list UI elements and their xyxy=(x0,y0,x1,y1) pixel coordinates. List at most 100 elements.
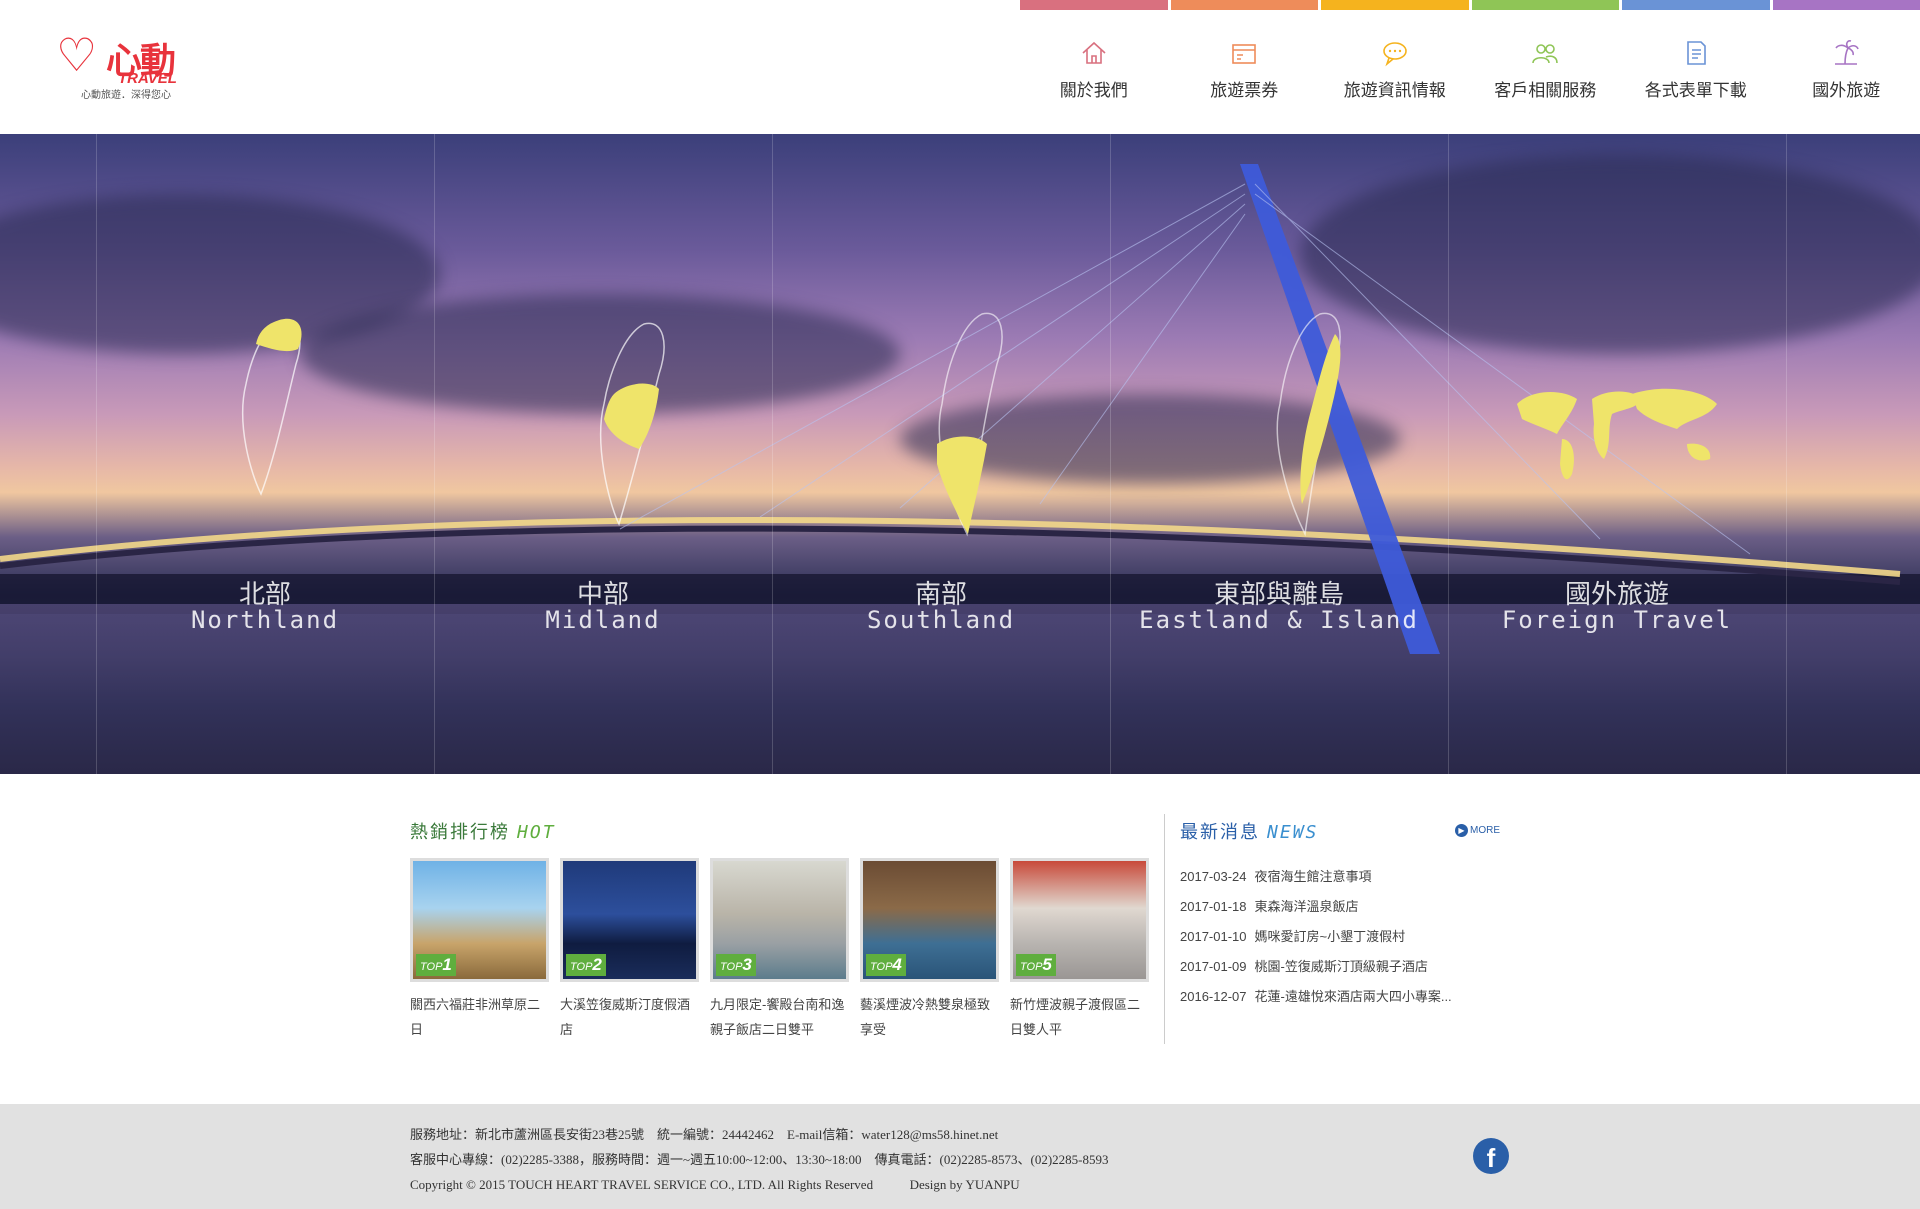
chat-icon xyxy=(1382,42,1407,67)
hot-caption[interactable]: 關西六福莊非洲草原二日 xyxy=(410,992,549,1042)
nav-item-foreign-travel[interactable]: 國外旅遊 xyxy=(1772,0,1920,134)
news-list: 2017-03-24 夜宿海生館注意事項 2017-01-18 東森海洋溫泉飯店 2… xyxy=(1180,862,1500,1012)
nav-item-travel-info[interactable]: 旅遊資訊情報 xyxy=(1321,0,1469,134)
hot-rank-badge: TOP4 xyxy=(866,954,906,976)
hot-title-text: 熱銷排行榜 xyxy=(410,822,510,842)
nav-color-bar xyxy=(1471,0,1619,10)
footer-design-credit: Design by YUANPU xyxy=(909,1177,1020,1192)
nav-color-bar xyxy=(1020,0,1168,10)
nav-label: 關於我們 xyxy=(1059,81,1128,100)
nav-label: 各式表單下載 xyxy=(1644,81,1747,100)
region-south[interactable]: 南部 Southland xyxy=(772,134,1110,774)
hot-rank-badge: TOP2 xyxy=(566,954,606,976)
news-title-text: 最新消息 xyxy=(1180,822,1260,842)
logo-subtext: TRAVEL xyxy=(118,70,177,87)
hot-list: TOP1 關西六福莊非洲草原二日 TOP2 大溪笠復威斯汀度假酒店 TOP3 九… xyxy=(410,858,1160,1042)
nav-item-about[interactable]: 關於我們 xyxy=(1020,0,1168,134)
nav-color-bar xyxy=(1170,0,1318,10)
hot-item[interactable]: TOP4 藝溪煙波冷熱雙泉極致享受 xyxy=(860,858,999,1042)
footer-address-line: 服務地址：新北市蘆洲區長安街23巷25號 統一編號：24442462 E-mai… xyxy=(410,1127,999,1142)
hot-section: 熱銷排行榜 HOT TOP1 關西六福莊非洲草原二日 TOP2 大溪笠復威斯汀度… xyxy=(410,818,1150,1037)
news-item[interactable]: 2016-12-07 花蓮-遠雄悅來酒店兩大四小專案... xyxy=(1180,982,1500,1012)
hot-caption[interactable]: 大溪笠復威斯汀度假酒店 xyxy=(560,992,699,1042)
logo-slogan: 心動旅遊．深得您心 xyxy=(81,90,171,101)
news-headline[interactable]: 夜宿海生館注意事項 xyxy=(1255,869,1372,884)
world-map-icon xyxy=(1517,388,1717,480)
play-arrow-icon: ▶ xyxy=(1455,824,1468,837)
nav-color-bar xyxy=(1622,0,1770,10)
users-icon xyxy=(1532,44,1559,64)
news-title-accent: NEWS xyxy=(1267,822,1319,843)
news-item[interactable]: 2017-01-09 桃園-笠復威斯汀頂級親子酒店 xyxy=(1180,952,1500,982)
news-headline[interactable]: 桃園-笠復威斯汀頂級親子酒店 xyxy=(1255,959,1428,974)
facebook-icon[interactable]: f xyxy=(1473,1138,1509,1174)
nav-label: 國外旅遊 xyxy=(1812,81,1881,100)
taiwan-central-map-icon xyxy=(599,322,665,527)
hot-rank-badge: TOP5 xyxy=(1016,954,1056,976)
hot-caption[interactable]: 九月限定-饗殿台南和逸親子飯店二日雙平 xyxy=(710,992,849,1042)
news-item[interactable]: 2017-01-18 東森海洋溫泉飯店 xyxy=(1180,892,1500,922)
nav-color-bar xyxy=(1321,0,1469,10)
news-item[interactable]: 2017-03-24 夜宿海生館注意事項 xyxy=(1180,862,1500,892)
palm-tree-icon xyxy=(1835,40,1860,65)
region-central[interactable]: 中部 Midland xyxy=(434,134,772,774)
hot-caption[interactable]: 新竹煙波親子渡假區二日雙人平 xyxy=(1010,992,1149,1042)
hot-caption[interactable]: 藝溪煙波冷熱雙泉極致享受 xyxy=(860,992,999,1042)
taiwan-south-map-icon xyxy=(937,312,1003,537)
region-east-islands[interactable]: 東部與離島 Eastland & Island xyxy=(1110,134,1448,774)
region-title-en: Northland xyxy=(190,606,340,634)
region-north[interactable]: 北部 Northland xyxy=(96,134,434,774)
news-date: 2017-01-09 xyxy=(1180,959,1247,974)
hot-thumbnail[interactable]: TOP3 xyxy=(710,858,849,982)
footer-copyright: Copyright © 2015 TOUCH HEART TRAVEL SERV… xyxy=(410,1177,874,1192)
nav-label: 旅遊資訊情報 xyxy=(1343,81,1446,100)
hot-thumbnail[interactable]: TOP5 xyxy=(1010,858,1149,982)
hot-thumbnail[interactable]: TOP2 xyxy=(560,858,699,982)
region-title-en: Foreign Travel xyxy=(1501,606,1733,634)
hot-item[interactable]: TOP3 九月限定-饗殿台南和逸親子飯店二日雙平 xyxy=(710,858,849,1042)
region-title-en: Eastland & Island xyxy=(1139,606,1419,634)
hot-rank-badge: TOP1 xyxy=(416,954,456,976)
nav-label: 旅遊票券 xyxy=(1210,81,1279,100)
more-label: MORE xyxy=(1470,825,1500,836)
news-headline[interactable]: 媽咪愛訂房~小墾丁渡假村 xyxy=(1255,929,1406,944)
section-divider xyxy=(1164,814,1165,1044)
document-icon xyxy=(1686,41,1706,65)
heart-logo-icon: ♡ xyxy=(56,28,98,82)
hot-title-accent: HOT xyxy=(517,822,556,843)
taiwan-east-map-icon xyxy=(1276,312,1341,537)
footer-contact-line: 客服中心專線：(02)2285-3388，服務時間：週一~週五10:00~12:… xyxy=(410,1152,1109,1167)
news-title: 最新消息 NEWS xyxy=(1180,818,1500,844)
region-divider xyxy=(1786,134,1787,774)
hot-rank-badge: TOP3 xyxy=(716,954,756,976)
main-nav: 關於我們 旅遊票券 旅遊資訊情報 客戶相關服務 各式表單下載 國外旅遊 xyxy=(1020,0,1920,134)
news-date: 2017-01-18 xyxy=(1180,899,1247,914)
nav-item-tickets[interactable]: 旅遊票券 xyxy=(1170,0,1318,134)
region-title-en: Midland xyxy=(545,606,661,634)
news-date: 2017-01-10 xyxy=(1180,929,1247,944)
hot-thumbnail[interactable]: TOP4 xyxy=(860,858,999,982)
hot-item[interactable]: TOP1 關西六福莊非洲草原二日 xyxy=(410,858,549,1042)
footer-copyright-line: Copyright © 2015 TOUCH HEART TRAVEL SERV… xyxy=(410,1172,1109,1197)
hot-thumbnail[interactable]: TOP1 xyxy=(410,858,549,982)
nav-item-forms[interactable]: 各式表單下載 xyxy=(1622,0,1770,134)
site-logo[interactable]: ♡ 心動 TRAVEL 心動旅遊．深得您心 xyxy=(56,28,186,101)
nav-label: 客戶相關服務 xyxy=(1494,81,1597,100)
news-headline[interactable]: 花蓮-遠雄悅來酒店兩大四小專案... xyxy=(1255,989,1452,1004)
news-date: 2016-12-07 xyxy=(1180,989,1247,1004)
news-date: 2017-03-24 xyxy=(1180,869,1247,884)
site-header: ♡ 心動 TRAVEL 心動旅遊．深得您心 關於我們 旅遊票券 旅遊資訊情報 客… xyxy=(0,0,1920,134)
more-link[interactable]: ▶ MORE xyxy=(1455,824,1500,837)
news-item[interactable]: 2017-01-10 媽咪愛訂房~小墾丁渡假村 xyxy=(1180,922,1500,952)
nav-color-bar xyxy=(1772,0,1920,10)
ticket-icon xyxy=(1232,44,1257,64)
site-footer: 服務地址：新北市蘆洲區長安街23巷25號 統一編號：24442462 E-mai… xyxy=(0,1104,1920,1209)
region-foreign[interactable]: 國外旅遊 Foreign Travel xyxy=(1448,134,1786,774)
hot-title: 熱銷排行榜 HOT xyxy=(410,818,1150,844)
hot-item[interactable]: TOP5 新竹煙波親子渡假區二日雙人平 xyxy=(1010,858,1149,1042)
nav-item-customer-service[interactable]: 客戶相關服務 xyxy=(1471,0,1619,134)
news-headline[interactable]: 東森海洋溫泉飯店 xyxy=(1255,899,1359,914)
hot-item[interactable]: TOP2 大溪笠復威斯汀度假酒店 xyxy=(560,858,699,1042)
hero-banner: 北部 Northland 中部 Midland 南部 Southland 東部與… xyxy=(0,134,1920,774)
region-title-en: Southland xyxy=(866,606,1016,634)
